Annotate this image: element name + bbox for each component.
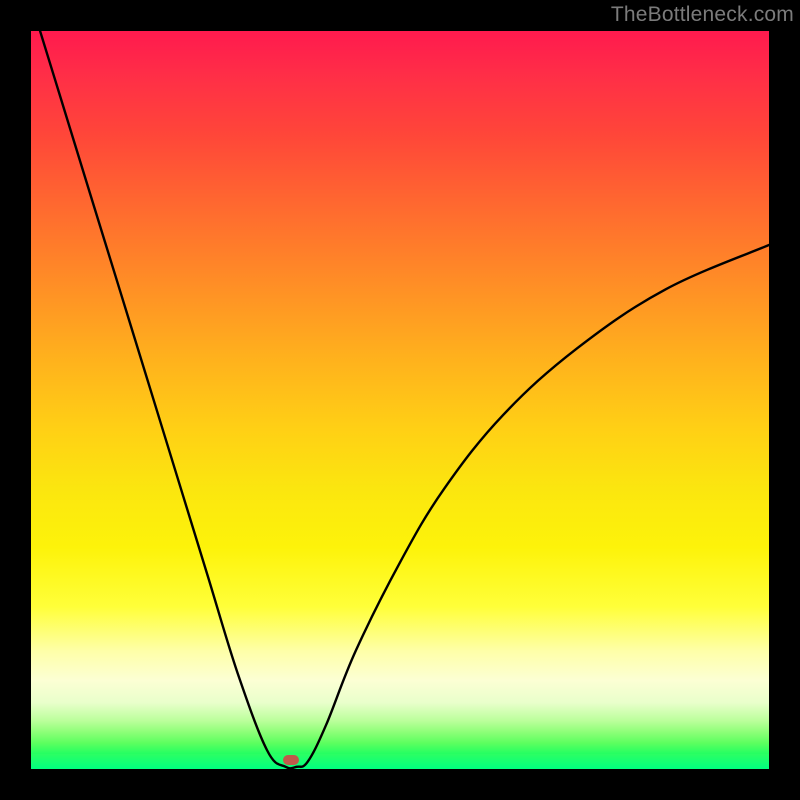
watermark-text: TheBottleneck.com xyxy=(611,3,794,27)
optimal-point-marker xyxy=(283,755,299,765)
plot-area xyxy=(31,31,769,769)
bottleneck-curve xyxy=(31,31,769,769)
chart-frame: TheBottleneck.com xyxy=(0,0,800,800)
